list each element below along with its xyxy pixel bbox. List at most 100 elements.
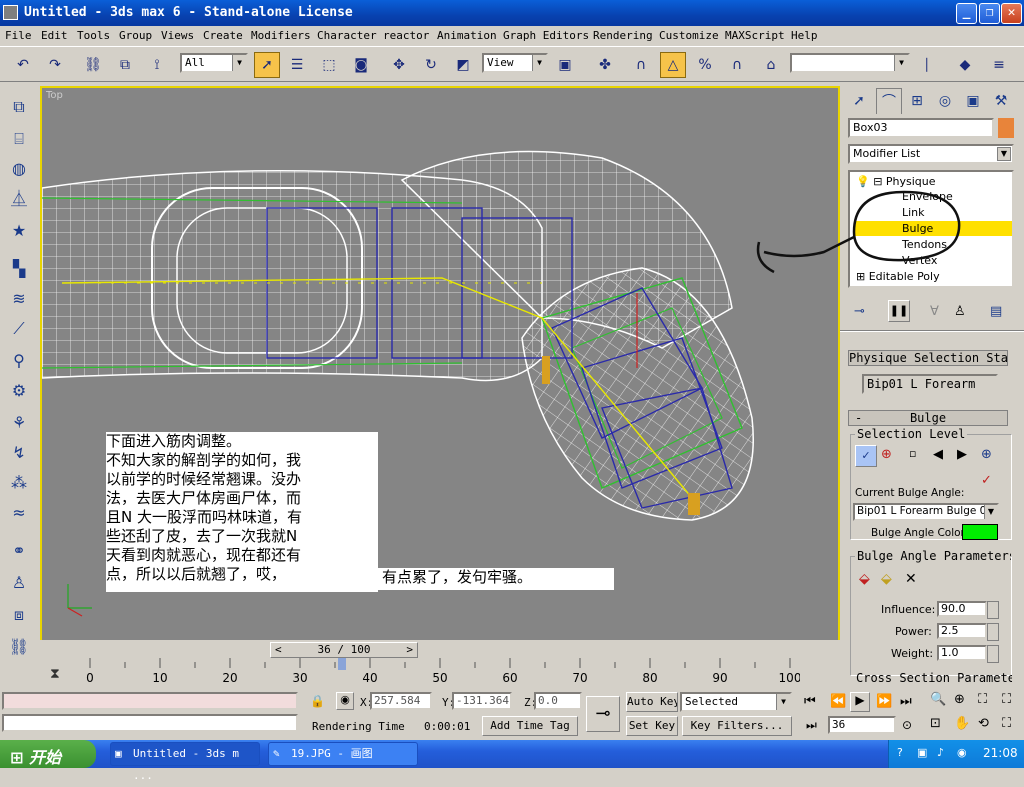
start-button[interactable]: ⊞ 开始 [0,740,96,768]
mirror-icon[interactable]: ⎸ [920,52,946,78]
checker-icon[interactable]: ▚ [6,256,32,282]
star-icon[interactable]: ★ [6,218,32,244]
arc-rotate-icon[interactable]: ⟲ [978,716,989,731]
key-icon[interactable]: ⊸ [586,696,620,732]
undo-icon[interactable]: ↶ [10,52,36,78]
previous-frame-icon[interactable]: ⏪ [830,694,846,709]
modify-tab-icon[interactable]: ⌒ [876,88,902,114]
y-coordinate-field[interactable]: -131.364 [452,692,512,710]
motion-tab-icon[interactable]: ◎ [932,88,958,114]
influence-spinner[interactable]: 90.0 [937,601,999,619]
rectangular-selection-icon[interactable]: ⬚ [316,52,342,78]
gear-icon[interactable]: ⚙ [6,378,32,404]
character-icon[interactable]: ♙ [6,570,32,596]
align-icon[interactable]: ◆ [952,52,978,78]
weight-spinner[interactable]: 1.0 [937,645,999,663]
select-and-rotate-icon[interactable]: ↻ [418,52,444,78]
box-icon[interactable]: ⧉ [6,94,32,120]
volume-icon[interactable]: ♪ [937,746,944,759]
menu-modifiers[interactable]: Modifiers [251,29,311,42]
show-end-result-icon[interactable]: ❚❚ [888,300,910,322]
maximize-viewport-icon[interactable]: ⛶ [1002,716,1011,731]
region-zoom-icon[interactable]: ⊡ [930,716,941,731]
bulge-angle-x-icon[interactable]: ✕ [905,571,917,587]
menu-help[interactable]: Help [791,29,818,42]
wave-icon[interactable]: ≈ [6,500,32,526]
maximize-button[interactable]: ❐ [979,3,1000,24]
menu-reactor[interactable]: reactor [383,29,429,42]
menu-edit[interactable]: Edit [41,29,68,42]
cloth-icon[interactable]: ⧈ [6,602,32,628]
time-slider[interactable]: < 36 / 100 > [270,642,418,658]
bulge-rollout[interactable]: - Bulge [848,410,1008,426]
object-color-swatch[interactable] [998,118,1014,138]
network-icon[interactable]: ▣ [917,746,927,759]
pivot-center-icon[interactable]: ▣ [552,52,578,78]
zoom-extents-all-icon[interactable]: ⛶ [1002,692,1011,707]
layer-manager-icon[interactable]: ≡ [986,52,1012,78]
listener-field[interactable] [2,692,298,710]
next-arrow-icon[interactable]: ▶ [957,447,967,462]
remove-modifier-icon[interactable]: ♙ [954,304,966,319]
prev-arrow-icon[interactable]: ◀ [933,447,943,462]
stack-icon[interactable]: ≋ [6,286,32,312]
menu-maxscript[interactable]: MAXScript [725,29,785,42]
select-and-scale-icon[interactable]: ◩ [450,52,476,78]
close-button[interactable]: ✕ [1001,3,1022,24]
reference-coord-select[interactable]: View ▼ [482,53,548,73]
set-key-button[interactable]: Set Key [626,716,678,736]
taskbar-item-3dsmax[interactable]: ▣ Untitled - 3ds m ... [110,742,260,782]
menu-character[interactable]: Character [317,29,377,42]
play-icon[interactable]: ▶ [850,692,870,712]
window-crossing-icon[interactable]: ◙ [348,52,374,78]
display-tab-icon[interactable]: ▣ [960,88,986,114]
select-by-name-icon[interactable]: ☰ [284,52,310,78]
viewport-top[interactable]: Top 下面进入筋肉调整。 不知大家的解剖学的如何，我 以前学的时候经常翘课。没… [40,86,840,644]
bone-icon[interactable]: ⟋ [6,316,32,342]
menu-file[interactable]: File [5,29,32,42]
current-frame-marker[interactable] [338,658,346,670]
delete-bulge-icon[interactable]: ✓ [981,473,992,488]
pan-icon[interactable]: ✋ [954,716,970,731]
bulge-angle-yellow-icon[interactable]: ⬙ [881,571,892,587]
current-frame-field[interactable]: 36 [828,716,896,734]
zoom-icon[interactable]: 🔍 [930,692,946,707]
menu-rendering[interactable]: Rendering [593,29,653,42]
sphere-icon[interactable]: ◍ [6,156,32,182]
magnet-icon[interactable]: ⚲ [6,348,32,374]
object-name-field[interactable]: Box03 [848,118,994,138]
percent-snap-icon[interactable]: % [692,52,718,78]
utilities-tab-icon[interactable]: ⚒ [988,88,1014,114]
app-icon[interactable] [3,5,18,20]
biped-icon[interactable]: ⚘ [6,410,32,436]
key-filters-button[interactable]: Key Filters... [682,716,792,736]
time-config-icon[interactable]: ⊙ [902,718,912,732]
trackbar-icon[interactable]: ⧗ [50,666,60,682]
menu-group[interactable]: Group [119,29,152,42]
menu-graph-editors[interactable]: Graph Editors [503,29,589,42]
make-unique-icon[interactable]: ∀ [930,304,939,319]
power-spinner[interactable]: 2.5 [937,623,999,641]
space-warp-icon[interactable]: ↯ [6,440,32,466]
bind-to-space-warp-icon[interactable]: ⟟ [144,52,170,78]
help-icon[interactable]: ? [897,746,903,759]
select-object-icon[interactable]: ➚ [254,52,280,78]
named-selection-icon[interactable]: ⌂ [758,52,784,78]
taskbar-item-paint[interactable]: ✎ 19.JPG - 画图 [268,742,418,766]
select-vertex-icon[interactable]: ✓ [855,445,877,467]
menu-create[interactable]: Create [203,29,243,42]
select-bulge-icon[interactable]: ⊕ [881,447,892,462]
status-prompt-field[interactable] [2,714,298,732]
pyramid-icon[interactable]: ⏅ [6,186,32,212]
absolute-mode-icon[interactable]: ◉ [336,692,354,710]
select-point-icon[interactable]: ▫ [909,447,916,460]
auto-key-button[interactable]: Auto Key [626,692,678,712]
configure-sets-icon[interactable]: ▤ [990,304,1002,319]
bulge-angle-icon[interactable]: ⬙ [859,571,870,587]
selection-filter-select[interactable]: All ▼ [180,53,248,73]
pin-stack-icon[interactable]: ⊸ [854,304,865,319]
zoom-all-icon[interactable]: ⊕ [954,692,965,707]
key-mode-toggle-icon[interactable]: ⏭ [806,718,817,733]
particle-icon[interactable]: ⁂ [6,470,32,496]
create-tab-icon[interactable]: ➚ [846,88,872,114]
